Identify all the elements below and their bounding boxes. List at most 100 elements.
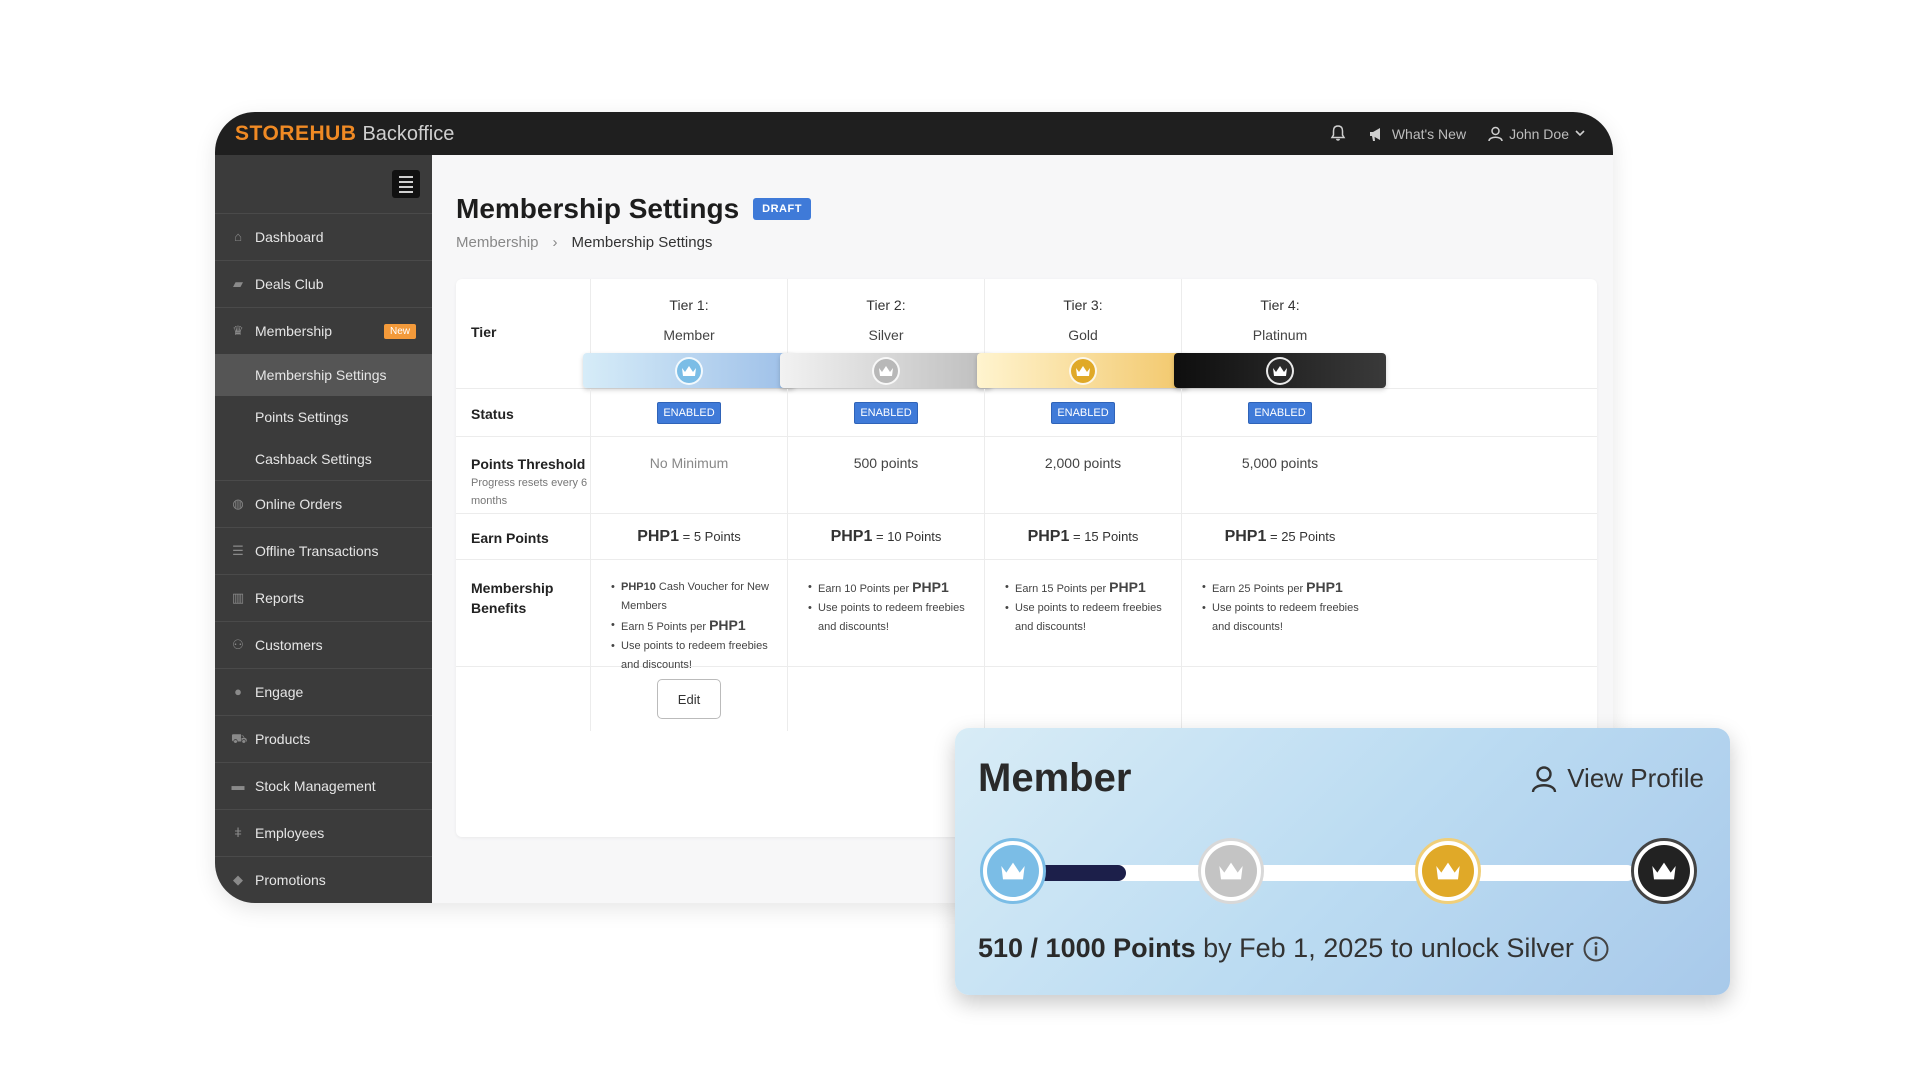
member-progress-card: Member View Profile 510 / 1000 Points by… xyxy=(955,728,1730,995)
whats-new-button[interactable]: What's New xyxy=(1368,126,1466,142)
tier-node-gold xyxy=(1415,838,1481,904)
tier-2-card xyxy=(780,353,992,388)
sidebar-item-reports[interactable]: ▥ Reports xyxy=(215,574,432,621)
benefits-list: Earn 15 Points per PHP1 Use points to re… xyxy=(985,578,1181,637)
view-profile-link[interactable]: View Profile xyxy=(1531,763,1704,794)
status-badge: ENABLED xyxy=(1248,401,1312,424)
sidebar-item-label: Deals Club xyxy=(255,276,324,292)
top-bar: STOREHUB Backoffice What's New John Doe xyxy=(215,112,1613,155)
list-item: Earn 25 Points per PHP1 xyxy=(1202,578,1368,599)
sidebar-subitem-membership-settings[interactable]: Membership Settings xyxy=(215,354,432,396)
sidebar-item-deals-club[interactable]: ▰ Deals Club xyxy=(215,260,432,307)
list-item: Use points to redeem freebies and discou… xyxy=(808,599,974,637)
earn-rate: PHP1 = 15 Points xyxy=(1027,527,1139,545)
user-menu[interactable]: John Doe xyxy=(1488,126,1585,142)
sidebar-item-label: Online Orders xyxy=(255,496,343,512)
breadcrumb-current: Membership Settings xyxy=(571,234,713,251)
list-item: Earn 10 Points per PHP1 xyxy=(808,578,974,599)
tier-node-platinum xyxy=(1631,838,1697,904)
sidebar-item-label: Employees xyxy=(255,825,325,841)
row-label-benefits: Membership Benefits xyxy=(471,580,554,616)
threshold-value: 500 points xyxy=(853,455,919,471)
sidebar-item-label: Offline Transactions xyxy=(255,543,379,559)
progress-text: 510 / 1000 Points by Feb 1, 2025 to unlo… xyxy=(978,933,1610,964)
draft-badge: DRAFT xyxy=(753,198,811,220)
tier-1-name: Member xyxy=(663,327,715,343)
table-row-actions: Edit xyxy=(456,667,1597,731)
sidebar-item-employees[interactable]: ǂ Employees xyxy=(215,809,432,856)
sidebar-item-label: Customers xyxy=(255,637,323,653)
sidebar: ⌂ Dashboard ▰ Deals Club ♛ Membership New Me… xyxy=(215,155,432,903)
cart-icon: ⛟ xyxy=(231,731,248,746)
tier-2-header: Tier 2: Silver xyxy=(780,279,992,388)
tier-4-name: Platinum xyxy=(1252,327,1308,343)
sidebar-subitem-points-settings[interactable]: Points Settings xyxy=(215,396,432,438)
list-item: Earn 15 Points per PHP1 xyxy=(1005,578,1171,599)
crown-icon xyxy=(675,356,703,385)
tier-3-heading: Tier 3: xyxy=(1063,297,1103,313)
tier-1-card xyxy=(583,353,795,388)
bell-icon[interactable] xyxy=(1330,125,1346,142)
user-name: John Doe xyxy=(1509,125,1569,142)
user-icon xyxy=(1531,765,1557,792)
earn-rate: PHP1 = 5 Points xyxy=(637,527,741,545)
row-label-status: Status xyxy=(471,406,514,422)
sidebar-subitem-label: Membership Settings xyxy=(255,367,387,383)
sidebar-item-label: Reports xyxy=(255,590,305,606)
sidebar-item-label: Stock Management xyxy=(255,778,376,794)
benefits-list: PHP10 Cash Voucher for New Members Earn … xyxy=(591,578,787,675)
breadcrumb: Membership › Membership Settings xyxy=(456,234,712,251)
sidebar-item-engage[interactable]: ● Engage xyxy=(215,668,432,715)
row-label-threshold: Points Threshold xyxy=(471,456,586,472)
brand-logo: STOREHUB xyxy=(235,121,357,145)
threshold-value: 2,000 points xyxy=(1044,455,1122,471)
edit-button[interactable]: Edit xyxy=(657,679,721,719)
threshold-value: 5,000 points xyxy=(1241,455,1319,471)
tier-2-name: Silver xyxy=(868,327,904,343)
chevron-down-icon xyxy=(1575,130,1585,137)
unlock-deadline: by Feb 1, 2025 to unlock Silver xyxy=(1203,933,1574,963)
earn-rate: PHP1 = 10 Points xyxy=(830,527,942,545)
sidebar-subitem-label: Points Settings xyxy=(255,409,349,425)
tier-3-name: Gold xyxy=(1068,327,1098,343)
sidebar-item-offline-transactions[interactable]: ☰ Offline Transactions xyxy=(215,527,432,574)
list-item: PHP10 Cash Voucher for New Members xyxy=(611,578,777,616)
tier-3-header: Tier 3: Gold xyxy=(977,279,1189,388)
globe-icon: ◍ xyxy=(232,496,244,511)
crown-icon xyxy=(1638,845,1690,897)
crown-icon xyxy=(1069,356,1097,385)
sidebar-item-promotions[interactable]: ◆ Promotions xyxy=(215,856,432,903)
chat-icon: ● xyxy=(234,684,242,699)
page-title: Membership Settings xyxy=(456,193,740,224)
crown-icon xyxy=(872,356,900,385)
sidebar-item-products[interactable]: ⛟ Products xyxy=(215,715,432,762)
box-icon: ▬ xyxy=(231,778,245,793)
sidebar-item-customers[interactable]: ⚇ Customers xyxy=(215,621,432,668)
tier-node-member xyxy=(980,838,1046,904)
benefits-list: Earn 10 Points per PHP1 Use points to re… xyxy=(788,578,984,637)
sidebar-item-stock-management[interactable]: ▬ Stock Management xyxy=(215,762,432,809)
menu-toggle-button[interactable] xyxy=(392,170,420,198)
tier-node-silver xyxy=(1198,838,1264,904)
tier-4-card xyxy=(1174,353,1386,388)
tier-1-header: Tier 1: Member xyxy=(583,279,795,388)
tier-4-header: Tier 4: Platinum xyxy=(1174,279,1386,388)
member-card-title: Member xyxy=(978,756,1132,800)
progress-track xyxy=(1015,865,1635,881)
row-label-tier: Tier xyxy=(471,324,497,340)
brand-subtitle: Backoffice xyxy=(362,122,455,145)
sidebar-item-membership[interactable]: ♛ Membership New xyxy=(215,307,432,354)
list-icon: ☰ xyxy=(232,543,244,558)
view-profile-label: View Profile xyxy=(1567,763,1704,793)
info-icon[interactable] xyxy=(1582,935,1610,963)
table-row-tier: Tier Tier 1: Member Tier 2: Silver Tier … xyxy=(456,279,1597,389)
whats-new-label: What's New xyxy=(1391,125,1467,142)
sidebar-item-dashboard[interactable]: ⌂ Dashboard xyxy=(215,213,432,260)
crown-icon xyxy=(1422,845,1474,897)
sidebar-item-label: Promotions xyxy=(255,872,326,888)
sidebar-item-online-orders[interactable]: ◍ Online Orders xyxy=(215,480,432,527)
brand[interactable]: STOREHUB Backoffice xyxy=(235,122,454,146)
chart-icon: ▥ xyxy=(231,590,245,605)
breadcrumb-membership[interactable]: Membership xyxy=(456,234,539,251)
sidebar-subitem-cashback-settings[interactable]: Cashback Settings xyxy=(215,438,432,480)
